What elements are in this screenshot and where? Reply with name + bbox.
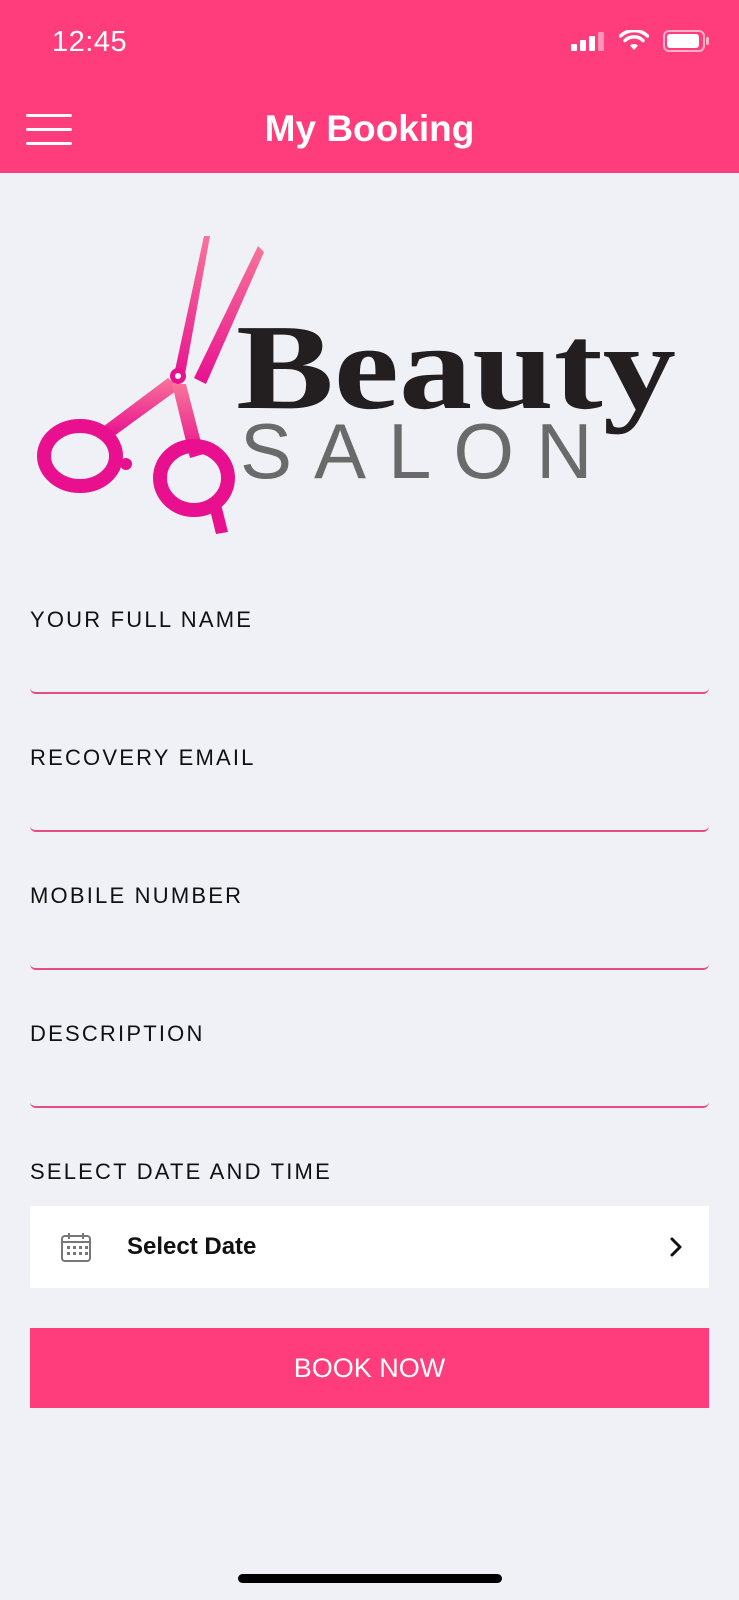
select-date-label: Select Date <box>127 1233 257 1260</box>
mobile-number-label: MOBILE NUMBER <box>30 883 244 908</box>
wifi-icon <box>619 30 649 50</box>
home-indicator <box>238 1574 502 1583</box>
recovery-email-input[interactable] <box>30 774 709 832</box>
signal-icon <box>571 32 604 51</box>
description-label: DESCRIPTION <box>30 1021 205 1046</box>
calendar-icon <box>61 1233 91 1262</box>
app-header: 12:45 My Booking <box>0 0 739 173</box>
description-input[interactable] <box>30 1050 709 1108</box>
full-name-input[interactable] <box>30 636 709 694</box>
battery-icon <box>663 30 709 52</box>
full-name-label: YOUR FULL NAME <box>30 607 254 632</box>
book-now-button[interactable]: BOOK NOW <box>30 1328 709 1408</box>
chevron-right-icon <box>670 1237 682 1257</box>
mobile-number-input[interactable] <box>30 912 709 970</box>
status-time: 12:45 <box>52 26 128 58</box>
recovery-email-label: RECOVERY EMAIL <box>30 745 256 770</box>
page-title: My Booking <box>264 108 475 149</box>
logo-word-salon: SALON <box>240 407 614 495</box>
date-time-label: SELECT DATE AND TIME <box>30 1159 332 1184</box>
status-icons <box>571 30 709 52</box>
beauty-salon-logo: Beauty SALON <box>36 232 696 552</box>
select-date-button[interactable]: Select Date <box>30 1206 709 1288</box>
